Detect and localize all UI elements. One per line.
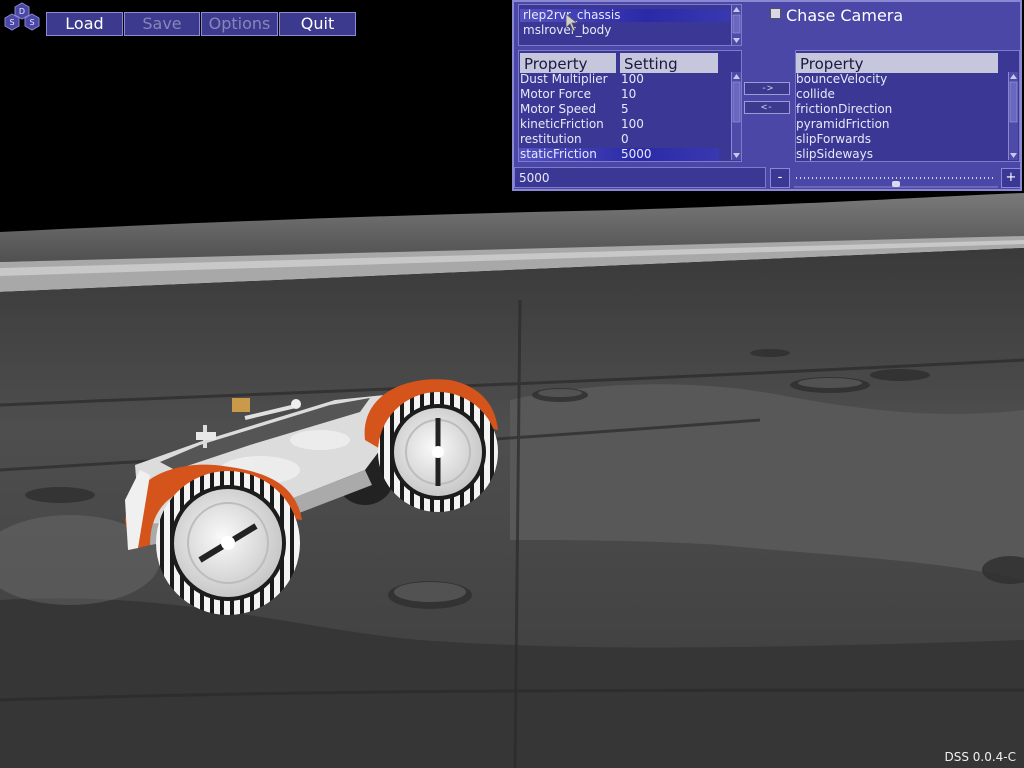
setting-value-field[interactable]: 5000 (514, 167, 766, 188)
property-name: kineticFriction (520, 117, 604, 131)
mouse-cursor-icon (566, 14, 578, 32)
property-setting: 5000 (621, 147, 652, 161)
list-item[interactable]: slipSideways (796, 147, 873, 161)
property-setting: 0 (621, 132, 629, 146)
save-button[interactable]: Save (124, 12, 200, 36)
property-setting: 100 (621, 72, 644, 86)
list-item[interactable]: collide (796, 87, 835, 101)
left-table-header-property[interactable]: Property (520, 53, 616, 73)
property-name: Dust Multiplier (520, 72, 608, 86)
object-list-scrollbar[interactable] (731, 5, 741, 45)
property-setting: 5 (621, 102, 629, 116)
list-item[interactable]: frictionDirection (796, 102, 892, 116)
version-label: DSS 0.0.4-C (944, 750, 1016, 764)
property-setting: 100 (621, 117, 644, 131)
decrement-button[interactable]: - (770, 168, 790, 188)
property-panel: rlep2rvr_chassis mslrover_body Chase Cam… (512, 0, 1022, 191)
list-item[interactable]: slipForwards (796, 132, 871, 146)
property-name: Motor Force (520, 87, 591, 101)
list-item[interactable]: pyramidFriction (796, 117, 890, 131)
chase-camera-label: Chase Camera (786, 6, 904, 25)
add-property-button[interactable]: -> (744, 82, 790, 95)
property-name: restitution (520, 132, 582, 146)
options-button[interactable]: Options (201, 12, 278, 36)
right-table-header-property[interactable]: Property (796, 53, 998, 73)
value-slider[interactable] (794, 168, 998, 188)
list-item[interactable]: bounceVelocity (796, 72, 887, 86)
object-list[interactable]: rlep2rvr_chassis mslrover_body (518, 4, 742, 46)
chase-camera-checkbox[interactable] (770, 8, 781, 19)
slider-thumb[interactable] (892, 181, 900, 187)
property-name: staticFriction (520, 147, 597, 161)
load-button[interactable]: Load (46, 12, 123, 36)
remove-property-button[interactable]: <- (744, 101, 790, 114)
logo-letter-right: S (29, 18, 34, 27)
increment-button[interactable]: + (1001, 168, 1021, 188)
property-name: Motor Speed (520, 102, 597, 116)
left-table-scrollbar[interactable] (731, 72, 741, 160)
logo-letter-top: D (19, 7, 25, 16)
property-setting: 10 (621, 87, 637, 101)
logo-letter-left: S (9, 18, 14, 27)
quit-button[interactable]: Quit (279, 12, 356, 36)
left-table-header-setting[interactable]: Setting (620, 53, 718, 73)
setting-value-text: 5000 (519, 171, 550, 185)
dss-logo: D S S (4, 2, 40, 31)
right-table-scrollbar[interactable] (1008, 72, 1018, 160)
